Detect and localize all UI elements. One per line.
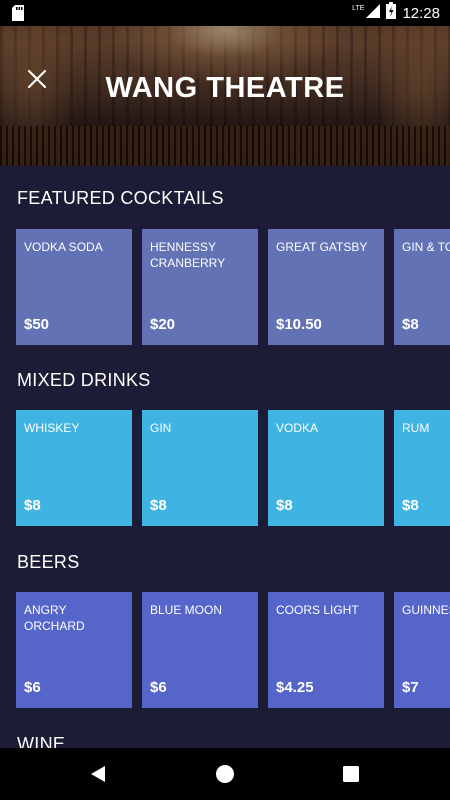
item-name: HENNESSY CRANBERRY (150, 240, 226, 270)
menu-item-card[interactable]: BLUE MOON $6 (142, 592, 258, 708)
menu-item-card[interactable]: GIN $8 (142, 410, 258, 526)
section-title-mixed-drinks: MIXED DRINKS (17, 370, 151, 390)
section-title-beers: BEERS (17, 552, 80, 572)
item-price: $4.25 (276, 679, 314, 696)
menu-item-card[interactable]: GIN & TONIC $8 (394, 229, 450, 345)
back-triangle-icon (91, 766, 105, 782)
menu-item-card[interactable]: GUINNESS $7 (394, 592, 450, 708)
menu-item-card[interactable]: COORS LIGHT $4.25 (268, 592, 384, 708)
battery-icon (386, 2, 397, 24)
item-name: GIN (150, 421, 172, 435)
item-price: $8 (402, 497, 419, 514)
menu-item-card[interactable]: GREAT GATSBY $10.50 (268, 229, 384, 345)
item-price: $6 (150, 679, 167, 696)
menu-item-card[interactable]: HENNESSY CRANBERRY $20 (142, 229, 258, 345)
menu-item-card[interactable]: WHISKEY $8 (16, 410, 132, 526)
home-button[interactable] (213, 762, 237, 786)
sd-card-icon (12, 5, 24, 26)
mixed-drinks-row[interactable]: WHISKEY $8 GIN $8 VODKA $8 RUM $8 (16, 410, 450, 526)
section-title-featured-cocktails: FEATURED COCKTAILS (17, 188, 224, 208)
item-price: $8 (150, 497, 167, 514)
item-name: ANGRY ORCHARD (24, 603, 85, 633)
signal-icon (366, 3, 381, 23)
item-name: GIN & TONIC (402, 240, 450, 254)
item-price: $8 (402, 316, 419, 333)
item-name: BLUE MOON (150, 603, 223, 617)
item-price: $50 (24, 316, 50, 333)
beers-row[interactable]: ANGRY ORCHARD $6 BLUE MOON $6 COORS LIGH… (16, 592, 450, 708)
venue-title: WANG THEATRE (105, 72, 345, 104)
item-name: GREAT GATSBY (276, 240, 368, 254)
recents-square-icon (343, 766, 359, 782)
item-price: $8 (276, 497, 293, 514)
item-price: $6 (24, 679, 41, 696)
item-name: WHISKEY (24, 421, 80, 435)
item-price: $10.50 (276, 316, 322, 333)
status-bar: LTE 12:28 (0, 0, 450, 26)
item-name: COORS LIGHT (276, 603, 359, 617)
item-price: $8 (24, 497, 41, 514)
featured-cocktails-row[interactable]: VODKA SODA $50 HENNESSY CRANBERRY $20 GR… (16, 229, 450, 345)
home-circle-icon (216, 765, 234, 783)
item-name: GUINNESS (402, 603, 450, 617)
navigation-bar (0, 748, 450, 800)
menu-list[interactable]: FEATURED COCKTAILS VODKA SODA $50 HENNES… (0, 166, 450, 748)
item-price: $7 (402, 679, 419, 696)
network-type-label: LTE (352, 4, 365, 12)
item-name: RUM (402, 421, 430, 435)
back-button[interactable] (86, 762, 110, 786)
section-title-wine: WINE (17, 734, 66, 748)
item-price: $20 (150, 316, 176, 333)
item-name: VODKA (276, 421, 319, 435)
clock: 12:28 (402, 4, 440, 22)
menu-item-card[interactable]: ANGRY ORCHARD $6 (16, 592, 132, 708)
menu-item-card[interactable]: VODKA SODA $50 (16, 229, 132, 345)
item-name: VODKA SODA (24, 240, 103, 254)
menu-item-card[interactable]: VODKA $8 (268, 410, 384, 526)
recents-button[interactable] (339, 762, 363, 786)
menu-item-card[interactable]: RUM $8 (394, 410, 450, 526)
